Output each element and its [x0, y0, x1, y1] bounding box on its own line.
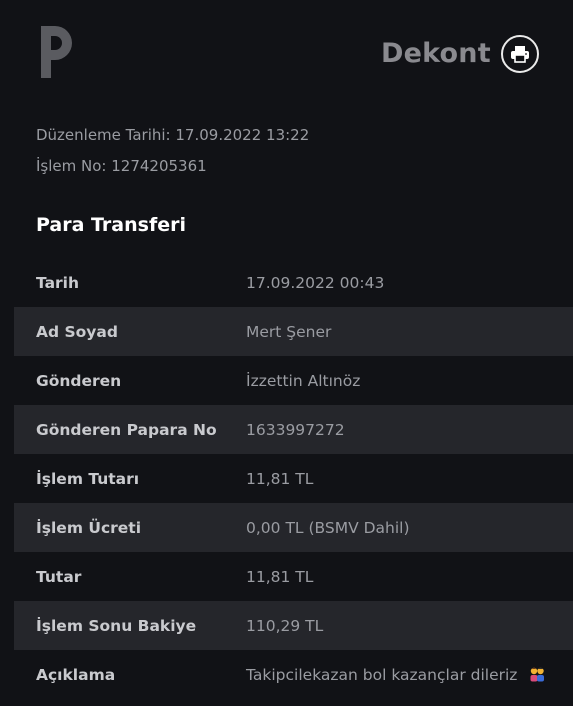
row-value: 11,81 TL [246, 469, 314, 488]
row-value: 11,81 TL [246, 567, 314, 586]
edit-date: Düzenleme Tarihi: 17.09.2022 13:22 [36, 126, 310, 144]
row-label: Gönderen Papara No [36, 420, 217, 439]
row-transaction-fee: İşlem Ücreti 0,00 TL (BSMV Dahil) [14, 503, 573, 552]
row-value: 110,29 TL [246, 616, 324, 635]
row-label: Açıklama [36, 665, 116, 684]
row-value-wrap: Takipcilekazan bol kazançlar dileriz [246, 666, 546, 684]
row-value: 17.09.2022 00:43 [246, 273, 385, 292]
row-value: 0,00 TL (BSMV Dahil) [246, 518, 410, 537]
page-title: Dekont [381, 38, 491, 69]
row-value: 1633997272 [246, 420, 345, 439]
receipt-page: Dekont Düzenleme Tarihi: 17.09.2022 13:2… [0, 0, 573, 706]
row-label: Tutar [36, 567, 82, 586]
papara-logo-icon [41, 26, 72, 78]
print-button[interactable] [501, 35, 539, 73]
details-table: Tarih 17.09.2022 00:43 Ad Soyad Mert Şen… [14, 258, 573, 699]
row-description: Açıklama Takipcilekazan bol kazançlar di… [14, 650, 573, 699]
couple-emoji-icon [530, 667, 545, 681]
row-final-balance: İşlem Sonu Bakiye 110,29 TL [14, 601, 573, 650]
row-transaction-amount: İşlem Tutarı 11,81 TL [14, 454, 573, 503]
row-label: Ad Soyad [36, 322, 118, 341]
section-title: Para Transferi [36, 214, 186, 236]
row-label: Tarih [36, 273, 80, 292]
row-total: Tutar 11,81 TL [14, 552, 573, 601]
row-label: Gönderen [36, 371, 122, 390]
row-sender: Gönderen İzzettin Altınöz [14, 356, 573, 405]
printer-icon [511, 46, 529, 63]
row-date: Tarih 17.09.2022 00:43 [14, 258, 573, 307]
row-value: Mert Şener [246, 322, 332, 341]
transaction-number: İşlem No: 1274205361 [36, 157, 207, 175]
row-value: Takipcilekazan bol kazançlar dileriz [246, 665, 518, 684]
row-label: İşlem Sonu Bakiye [36, 616, 197, 635]
row-name: Ad Soyad Mert Şener [14, 307, 573, 356]
row-value: İzzettin Altınöz [246, 371, 361, 390]
row-sender-papara-no: Gönderen Papara No 1633997272 [14, 405, 573, 454]
row-label: İşlem Tutarı [36, 469, 140, 488]
row-label: İşlem Ücreti [36, 518, 142, 537]
